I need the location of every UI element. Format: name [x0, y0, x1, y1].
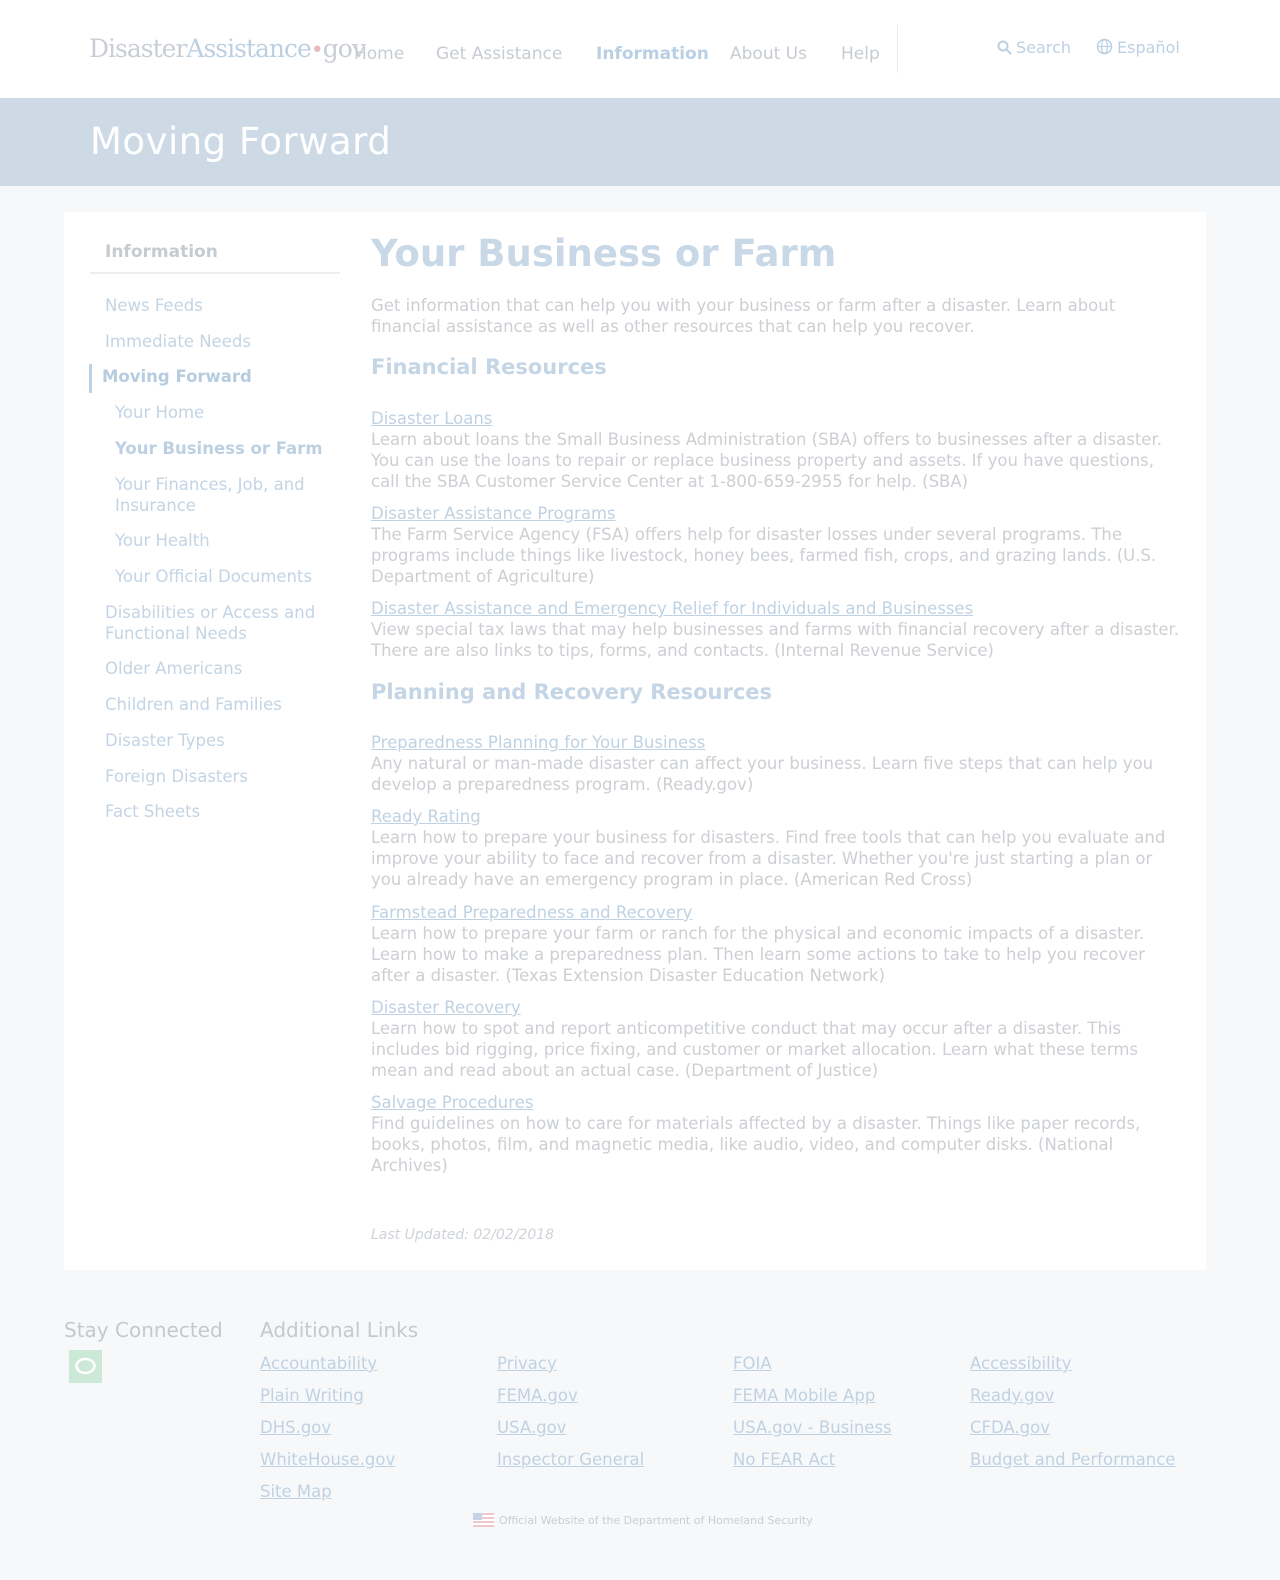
footer-link-whitehouse-gov[interactable]: WhiteHouse.gov [260, 1450, 395, 1469]
footer-link-accountability[interactable]: Accountability [260, 1354, 377, 1373]
last-updated: Last Updated: 02/02/2018 [371, 1227, 555, 1243]
footer-link-site-map[interactable]: Site Map [260, 1482, 332, 1501]
sidebar-item-foreign-disasters[interactable]: Foreign Disasters [105, 766, 335, 787]
resource-link-preparedness-planning[interactable]: Preparedness Planning for Your Business [371, 732, 705, 753]
footer-link-budget-and-performance[interactable]: Budget and Performance [970, 1450, 1175, 1469]
logo-dot: • [310, 38, 324, 63]
search-icon [997, 40, 1012, 55]
resource-desc-irs-relief: View special tax laws that may help busi… [371, 620, 1180, 660]
footer-link-inspector-general[interactable]: Inspector General [497, 1450, 644, 1469]
footer-link-ready-gov[interactable]: Ready.gov [970, 1386, 1054, 1405]
resource-desc-disaster-recovery: Learn how to spot and report anticompeti… [371, 1019, 1138, 1080]
sidebar-item-your-business-or-farm[interactable]: Your Business or Farm [115, 438, 325, 459]
resource-desc-disaster-assistance-programs: The Farm Service Agency (FSA) offers hel… [371, 525, 1157, 586]
sidebar-item-your-health[interactable]: Your Health [115, 530, 325, 551]
stay-connected-title: Stay Connected [64, 1318, 223, 1342]
resource-desc-farmstead-preparedness: Learn how to prepare your farm or ranch … [371, 924, 1145, 985]
footer-link-cfda-gov[interactable]: CFDA.gov [970, 1418, 1050, 1437]
nav-about-us[interactable]: About Us [730, 44, 807, 64]
site-logo[interactable]: DisasterAssistance•gov [89, 34, 366, 63]
nav-information[interactable]: Information [596, 44, 709, 64]
espanol-link[interactable]: Español [1096, 38, 1180, 57]
additional-links-title: Additional Links [260, 1318, 419, 1342]
sidebar-item-your-official-documents[interactable]: Your Official Documents [115, 566, 325, 587]
logo-disaster: Disaster [89, 34, 187, 63]
search-label: Search [1016, 38, 1071, 57]
sidebar-item-fact-sheets[interactable]: Fact Sheets [105, 801, 335, 822]
banner-title: Moving Forward [90, 120, 392, 163]
logo-assistance: Assistance [186, 34, 311, 63]
resource-desc-ready-rating: Learn how to prepare your business for d… [371, 828, 1166, 889]
page-title: Your Business or Farm [371, 232, 837, 275]
footer-link-usa-gov[interactable]: USA.gov [497, 1418, 566, 1437]
sidebar-item-children-and-families[interactable]: Children and Families [105, 694, 335, 715]
footer-link-fema-mobile-app[interactable]: FEMA Mobile App [733, 1386, 875, 1405]
espanol-label: Español [1117, 38, 1180, 57]
resource-link-irs-relief[interactable]: Disaster Assistance and Emergency Relief… [371, 598, 973, 619]
resource-link-disaster-recovery[interactable]: Disaster Recovery [371, 997, 521, 1018]
sidebar-item-disabilities[interactable]: Disabilities or Access and Functional Ne… [105, 602, 335, 644]
sidebar-item-news-feeds[interactable]: News Feeds [105, 295, 335, 316]
resource-link-salvage-procedures[interactable]: Salvage Procedures [371, 1092, 533, 1113]
search-link[interactable]: Search [997, 38, 1071, 57]
nav-divider [897, 25, 898, 73]
footer-link-plain-writing[interactable]: Plain Writing [260, 1386, 364, 1405]
nav-help[interactable]: Help [841, 44, 880, 64]
footer-link-privacy[interactable]: Privacy [497, 1354, 557, 1373]
section-banner: Moving Forward [0, 98, 1280, 186]
sidebar-item-your-home[interactable]: Your Home [115, 402, 325, 423]
financial-resources-heading: Financial Resources [371, 355, 607, 379]
us-flag-icon [473, 1513, 494, 1527]
sidebar-active-indicator [89, 364, 92, 393]
resource-link-farmstead-preparedness[interactable]: Farmstead Preparedness and Recovery [371, 902, 692, 923]
resource-link-disaster-assistance-programs[interactable]: Disaster Assistance Programs [371, 503, 616, 524]
sidebar-item-moving-forward[interactable]: Moving Forward [102, 366, 332, 387]
nav-home[interactable]: Home [354, 44, 404, 64]
sidebar-item-disaster-types[interactable]: Disaster Types [105, 730, 335, 751]
site-header: DisasterAssistance•gov Home Get Assistan… [0, 0, 1280, 98]
resource-link-disaster-loans[interactable]: Disaster Loans [371, 408, 492, 429]
sidebar-item-older-americans[interactable]: Older Americans [105, 658, 335, 679]
official-website-text: Official Website of the Department of Ho… [499, 1514, 813, 1527]
sidebar-item-your-finances[interactable]: Your Finances, Job, and Insurance [115, 474, 325, 516]
sidebar-divider [90, 272, 340, 274]
footer-link-accessibility[interactable]: Accessibility [970, 1354, 1072, 1373]
planning-resources-heading: Planning and Recovery Resources [371, 680, 773, 704]
official-website-notice: Official Website of the Department of Ho… [473, 1513, 813, 1527]
chat-icon[interactable] [69, 1350, 102, 1383]
sidebar-item-immediate-needs[interactable]: Immediate Needs [105, 331, 335, 352]
globe-icon [1096, 38, 1113, 55]
sidebar-title: Information [105, 242, 218, 262]
page-intro: Get information that can help you with y… [371, 296, 1116, 336]
footer-link-foia[interactable]: FOIA [733, 1354, 772, 1373]
resource-link-ready-rating[interactable]: Ready Rating [371, 806, 481, 827]
footer-link-usa-gov-business[interactable]: USA.gov - Business [733, 1418, 892, 1437]
resource-desc-salvage-procedures: Find guidelines on how to care for mater… [371, 1114, 1141, 1175]
footer-link-no-fear-act[interactable]: No FEAR Act [733, 1450, 835, 1469]
footer-link-fema-gov[interactable]: FEMA.gov [497, 1386, 578, 1405]
resource-desc-disaster-loans: Learn about loans the Small Business Adm… [371, 430, 1162, 491]
resource-desc-preparedness-planning: Any natural or man-made disaster can aff… [371, 754, 1154, 794]
nav-get-assistance[interactable]: Get Assistance [436, 44, 562, 64]
footer-link-dhs-gov[interactable]: DHS.gov [260, 1418, 331, 1437]
